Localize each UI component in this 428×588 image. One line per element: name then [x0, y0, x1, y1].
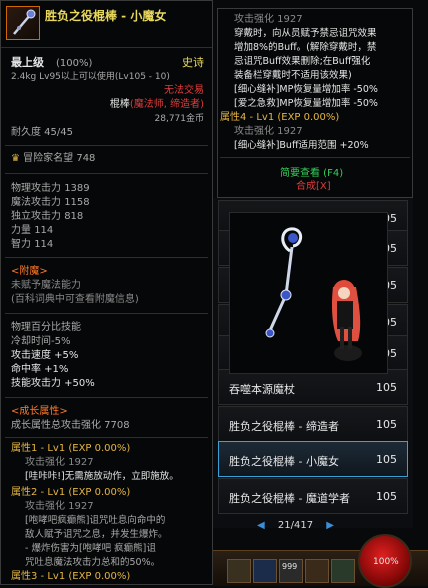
item-type: 棍棒(魔法师, 缔造者)	[110, 99, 204, 111]
list-item-selected[interactable]: 胜负之役棍棒 - 小魔女 105	[218, 441, 408, 477]
hp-orb: 100%	[358, 534, 412, 588]
list-item-name: 吞噬本源魔杖	[229, 383, 295, 396]
stat-row: 独立攻击力 818	[11, 211, 83, 223]
item-type-label: 棍棒	[109, 99, 130, 110]
trade-status: 无法交易	[164, 85, 204, 96]
divider	[5, 173, 208, 174]
stat-row: 物理攻击力 1389	[11, 183, 90, 195]
stat-value: 1158	[64, 197, 90, 208]
attr2-desc-line: 咒吐息魔法攻击力总和的50%。	[25, 557, 161, 568]
skill-slot[interactable]	[331, 559, 355, 583]
skill-pct-line: 命中率 +1%	[11, 364, 69, 375]
list-item-level: 105	[376, 453, 397, 466]
stat-row: 魔法攻击力 1158	[11, 197, 90, 209]
grade-percent: (100%)	[56, 58, 93, 69]
stat-label: 智力	[11, 239, 31, 250]
skill-pct-line: 技能攻击力 +50%	[11, 378, 95, 389]
next-page-icon[interactable]: ▶	[326, 520, 334, 531]
divider	[220, 157, 410, 158]
growth-total: 成长属性总攻击强化 7708	[11, 420, 130, 431]
list-item-name: 胜负之役棍棒 - 魔道学者	[229, 492, 350, 505]
divider	[5, 257, 208, 258]
list-item-name: 胜负之役棍棒 - 小魔女	[229, 455, 339, 468]
attr2-desc-line: [咆哮吧疯癫熊]诅咒吐息向命中的	[25, 515, 166, 526]
synthesis-button[interactable]: 合成[X]	[296, 181, 331, 193]
attr2-desc-line: - 爆炸伤害为[咆哮吧 疯癫熊]诅	[25, 543, 156, 554]
skill-slot[interactable]	[305, 559, 329, 583]
tooltip2-desc-line: [爱之急救]MP恢复量增加率 -50%	[234, 98, 378, 109]
staff-preview-icon	[265, 227, 362, 361]
stat-label: 独立攻击力	[11, 211, 61, 222]
enchant-line: 未赋予魔法能力	[11, 280, 81, 291]
stat-row: 力量 114	[11, 225, 53, 237]
tooltip2-desc-line: 忌诅咒Buff效果删除;在Buff强化	[234, 56, 371, 67]
stat-value: 114	[34, 225, 54, 236]
tooltip2-desc-line: 装备栏穿戴时不适用该效果)	[234, 70, 352, 81]
attr2-atk: 攻击强化 1927	[25, 501, 94, 512]
stat-value: 114	[34, 239, 54, 250]
skill-slot[interactable]	[227, 559, 251, 583]
prev-page-icon[interactable]: ◀	[257, 520, 265, 531]
divider	[5, 397, 208, 398]
skill-slot[interactable]	[253, 559, 277, 583]
item-tooltip-continued: 攻击强化 1927 穿戴时，向从员赋予禁忌诅咒效果 增加8%的Buff。(解除穿…	[217, 8, 413, 198]
fame-row: ♛ 冒险家名望 748	[11, 153, 95, 165]
weight-level-req: 2.4kg Lv95以上可以使用(Lv105 - 10)	[11, 72, 170, 82]
attr4-title: 属性4 - Lv1 (EXP 0.00%)	[220, 112, 340, 123]
stat-value: 1389	[64, 183, 90, 194]
durability: 耐久度 45/45	[11, 127, 73, 138]
item-rarity: 史诗	[182, 56, 204, 69]
tooltip2-desc-line: 穿戴时，向从员赋予禁忌诅咒效果	[234, 28, 377, 39]
list-item-level: 105	[376, 381, 397, 394]
fame-icon: ♛	[11, 153, 20, 164]
attr2-desc-line: 敌人赋予诅咒之息，并发生爆炸。	[25, 529, 168, 540]
attr1-title: 属性1 - Lv1 (EXP 0.00%)	[11, 443, 131, 454]
tooltip2-atk: 攻击强化 1927	[234, 14, 303, 25]
fame-text: 冒险家名望 748	[23, 153, 96, 164]
item-preview	[229, 212, 388, 374]
skill-pct-line: 攻击速度 +5%	[11, 350, 79, 361]
item-price: 28,771金币	[154, 114, 205, 124]
skill-pct-line: 冷却时间-5%	[11, 336, 71, 347]
enchant-line: (百科词典中可查看附魔信息)	[11, 294, 139, 305]
divider	[5, 145, 208, 146]
tooltip-header: 胜负之役棍棒 - 小魔女	[1, 1, 212, 48]
list-item[interactable]: 胜负之役棍棒 - 魔道学者 105	[218, 478, 408, 514]
divider	[5, 437, 208, 438]
enchant-title: <附魔>	[11, 266, 48, 277]
attr1-atk: 攻击强化 1927	[25, 457, 94, 468]
item-grade: 最上级	[11, 56, 44, 69]
attr4-desc: [细心缝补]Buff适用范围 +20%	[234, 140, 369, 151]
item-tooltip: 胜负之役棍棒 - 小魔女 最上级 (100%) 史诗 2.4kg Lv95以上可…	[0, 0, 213, 585]
tooltip2-desc-line: 增加8%的Buff。(解除穿戴时，禁	[234, 42, 377, 53]
list-item-name: 胜负之役棍棒 - 缔造者	[229, 420, 339, 433]
stat-label: 力量	[11, 225, 31, 236]
slot-count: 999	[282, 562, 298, 571]
tooltip2-desc-line: [细心缝补]MP恢复量增加率 -50%	[234, 84, 378, 95]
skill-pct-title: 物理百分比技能	[11, 322, 81, 333]
item-name: 胜负之役棍棒 - 小魔女	[45, 9, 167, 23]
attr4-atk: 攻击强化 1927	[234, 126, 303, 137]
growth-title: <成长属性>	[11, 406, 68, 417]
divider	[5, 313, 208, 314]
list-item-level: 105	[376, 490, 397, 503]
item-type-class: (魔法师, 缔造者)	[129, 99, 204, 110]
brief-view-button[interactable]: 简要查看 (F4)	[280, 168, 343, 180]
list-item-level: 105	[376, 418, 397, 431]
list-item[interactable]: 胜负之役棍棒 - 缔造者 105	[218, 406, 408, 442]
stat-label: 魔法攻击力	[11, 197, 61, 208]
hp-orb-label: 100%	[373, 557, 399, 567]
stat-row: 智力 114	[11, 239, 53, 251]
stat-value: 818	[64, 211, 84, 222]
attr3-title: 属性3 - Lv1 (EXP 0.00%)	[11, 571, 131, 582]
stat-label: 物理攻击力	[11, 183, 61, 194]
attr2-title: 属性2 - Lv1 (EXP 0.00%)	[11, 487, 131, 498]
page-indicator: 21/417	[277, 520, 314, 531]
attr1-desc: [哇咔咔!]无需施放动作，立即施放。	[25, 471, 179, 482]
staff-item-icon	[6, 6, 40, 40]
item-slot[interactable]: 999	[279, 559, 303, 583]
pagination: ◀ 21/417 ▶	[257, 520, 334, 532]
